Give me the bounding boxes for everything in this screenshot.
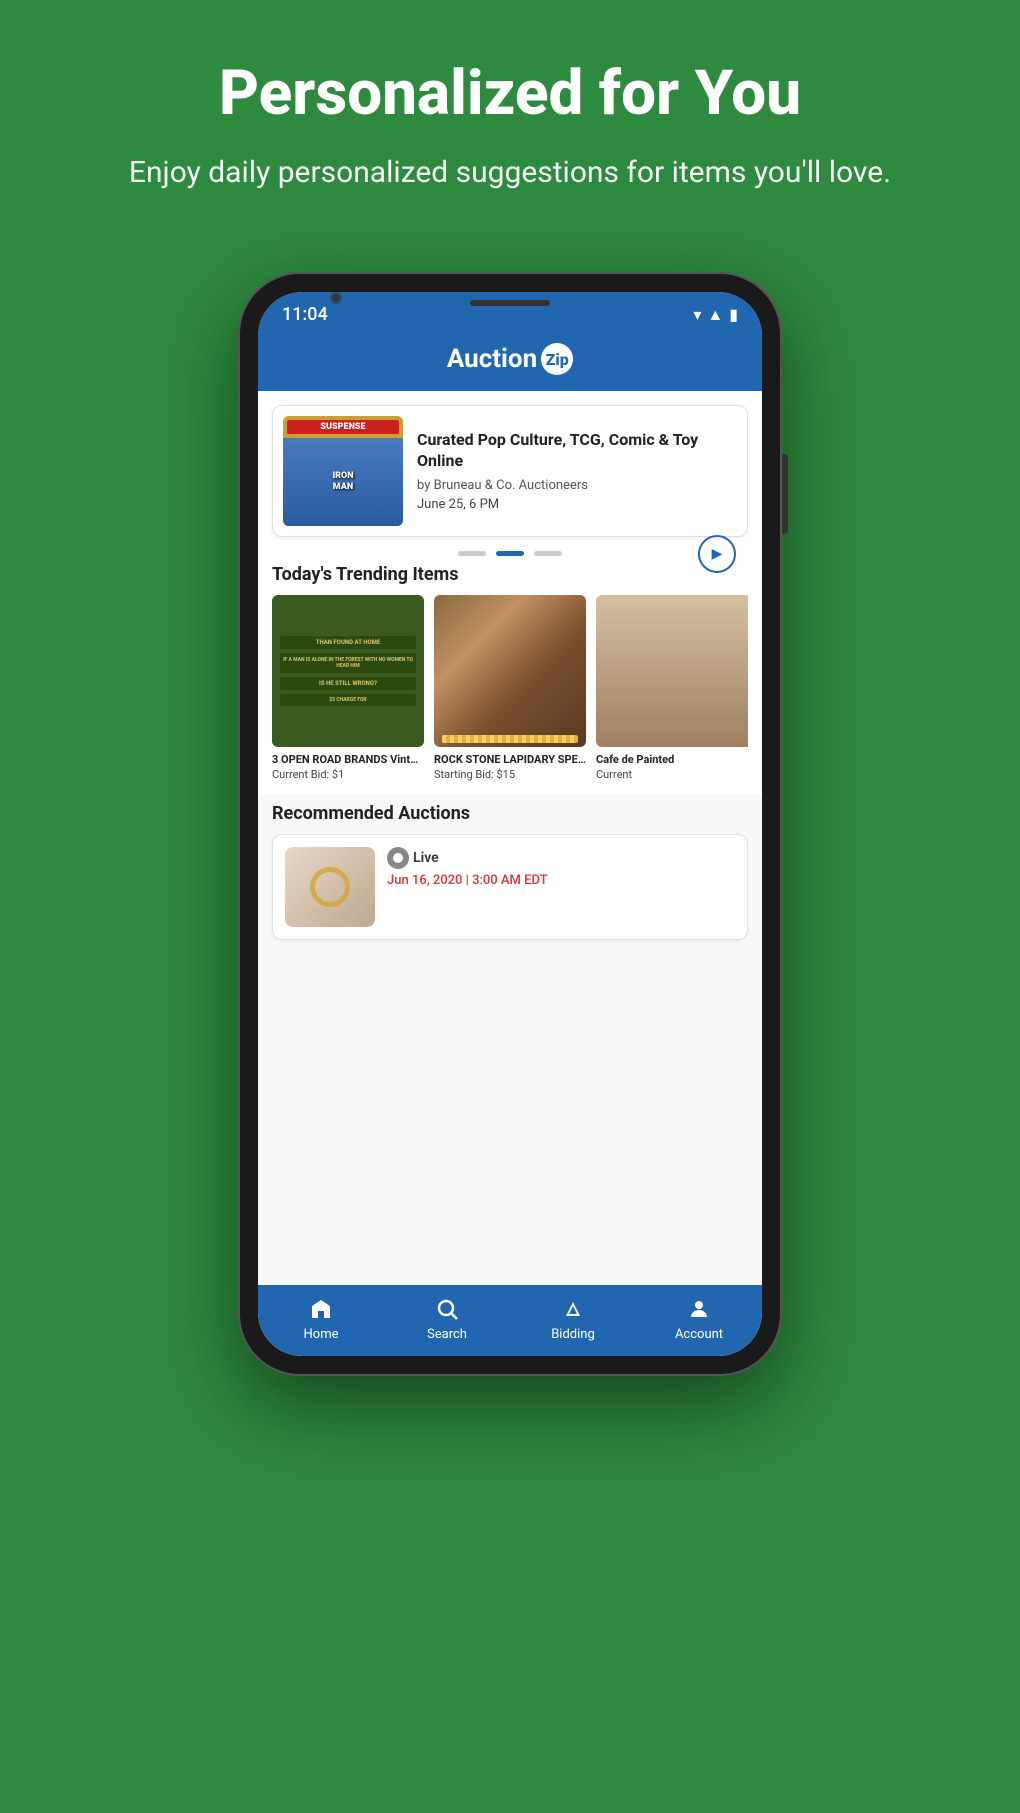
app-header: Auction Zip — [258, 333, 762, 391]
live-label: Live — [413, 850, 439, 866]
live-badge: Live — [387, 847, 735, 869]
live-icon-inner — [393, 853, 403, 863]
recommended-auction-info: Live Jun 16, 2020 | 3:00 AM EDT — [387, 847, 735, 927]
trending-items-row: THAN FOUND AT HOME IF A MAN IS ALONE IN … — [258, 595, 762, 795]
comic-title-text: SUSPENSE — [287, 420, 399, 434]
cafe-visual — [596, 595, 748, 747]
nav-account-label: Account — [675, 1327, 723, 1342]
hero-title: Personalized for You — [80, 60, 940, 128]
carousel-dot-2[interactable] — [496, 551, 524, 556]
rock-visual — [434, 595, 586, 747]
recommended-section-title: Recommended Auctions — [258, 795, 762, 834]
recommended-section: Recommended Auctions — [258, 795, 762, 1285]
carousel-dot-1[interactable] — [458, 551, 486, 556]
trending-item-3-name: Cafe de Painted — [596, 753, 748, 766]
carousel-controls: ▶ — [258, 551, 762, 556]
signal-icon: ▲ — [707, 305, 723, 325]
phone-screen: 11:04 ▾ ▲ ▮ Auction Zip — [258, 292, 762, 1356]
nav-item-home[interactable]: Home — [258, 1295, 384, 1342]
featured-auction-date: June 25, 6 PM — [417, 497, 737, 512]
trending-item-2-bid: Starting Bid: $15 — [434, 768, 586, 781]
trending-item-2-name: ROCK STONE LAPIDARY SPECIMEN — [434, 753, 586, 766]
bottom-nav: Home Search — [258, 1285, 762, 1356]
trending-item-1[interactable]: THAN FOUND AT HOME IF A MAN IS ALONE IN … — [272, 595, 424, 781]
trending-item-3-bid: Current — [596, 768, 748, 781]
featured-auction-card[interactable]: SUSPENSE IRONMAN Curated Pop Culture, TC… — [272, 405, 748, 537]
featured-auction-info: Curated Pop Culture, TCG, Comic & Toy On… — [417, 430, 737, 512]
nav-home-label: Home — [304, 1327, 339, 1342]
app-zip-badge: Zip — [541, 343, 573, 375]
sign-strip-4: $5 CHARGE FOR — [280, 694, 416, 706]
app-name-text: Auction — [447, 344, 537, 374]
wifi-icon: ▾ — [693, 305, 701, 324]
ruler-visual — [442, 735, 579, 743]
trending-item-2[interactable]: ROCK STONE LAPIDARY SPECIMEN Starting Bi… — [434, 595, 586, 781]
carousel-play-button[interactable]: ▶ — [698, 535, 736, 573]
comic-body: IRONMAN — [283, 438, 403, 526]
hero-section: Personalized for You Enjoy daily persona… — [0, 0, 1020, 234]
live-icon — [387, 847, 409, 869]
nav-item-search[interactable]: Search — [384, 1295, 510, 1342]
account-icon — [685, 1295, 713, 1323]
recommended-auction-date: Jun 16, 2020 | 3:00 AM EDT — [387, 873, 735, 888]
nav-bidding-label: Bidding — [551, 1327, 595, 1342]
nav-item-bidding[interactable]: Bidding — [510, 1295, 636, 1342]
status-icons: ▾ ▲ ▮ — [693, 305, 738, 325]
status-time: 11:04 — [282, 304, 328, 325]
trending-image-3 — [596, 595, 748, 747]
carousel-dot-3[interactable] — [534, 551, 562, 556]
nav-item-account[interactable]: Account — [636, 1295, 762, 1342]
recommended-auction-card[interactable]: Live Jun 16, 2020 | 3:00 AM EDT — [272, 834, 748, 940]
featured-auction-image: SUSPENSE IRONMAN — [283, 416, 403, 526]
featured-auction-by: by Bruneau & Co. Auctioneers — [417, 478, 737, 493]
screen-content: SUSPENSE IRONMAN Curated Pop Culture, TC… — [258, 391, 762, 1356]
sign-strip-1: THAN FOUND AT HOME — [280, 636, 416, 649]
bidding-icon — [559, 1295, 587, 1323]
featured-auction-title: Curated Pop Culture, TCG, Comic & Toy On… — [417, 430, 737, 472]
sign-strip-2: IF A MAN IS ALONE IN THE FOREST WITH NO … — [280, 653, 416, 673]
ring-circle — [310, 867, 350, 907]
rings-visual — [285, 847, 375, 927]
battery-icon: ▮ — [729, 305, 738, 324]
sign-strip-3: IS HE STILL WRONG? — [280, 677, 416, 690]
phone-speaker — [470, 300, 550, 306]
app-logo: Auction Zip — [447, 343, 573, 375]
recommended-auction-image — [285, 847, 375, 927]
phone-outer: 11:04 ▾ ▲ ▮ Auction Zip — [240, 274, 780, 1374]
trending-image-1: THAN FOUND AT HOME IF A MAN IS ALONE IN … — [272, 595, 424, 747]
metal-signs-visual: THAN FOUND AT HOME IF A MAN IS ALONE IN … — [272, 595, 424, 747]
trending-image-2 — [434, 595, 586, 747]
trending-section-title: Today's Trending Items — [258, 556, 762, 595]
comic-cover: SUSPENSE IRONMAN — [283, 416, 403, 526]
trending-item-3[interactable]: Cafe de Painted Current — [596, 595, 748, 781]
trending-item-1-name: 3 OPEN ROAD BRANDS Vintage Style Metal S… — [272, 753, 424, 766]
search-icon — [433, 1295, 461, 1323]
home-icon — [307, 1295, 335, 1323]
trending-item-1-bid: Current Bid: $1 — [272, 768, 424, 781]
nav-search-label: Search — [427, 1327, 467, 1342]
phone-mockup: 11:04 ▾ ▲ ▮ Auction Zip — [240, 274, 780, 1374]
hero-subtitle: Enjoy daily personalized suggestions for… — [80, 152, 940, 194]
